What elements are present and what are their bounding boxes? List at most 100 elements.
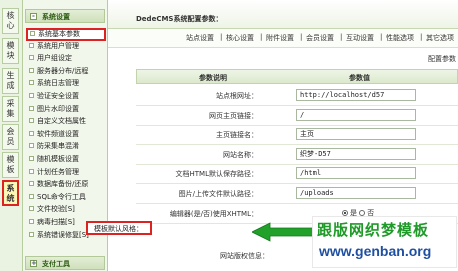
menu-section-payment-tools[interactable]: + 支付工具 [25,256,105,270]
table-row: 主页链接名： 主页 [136,125,458,146]
watermark-logo: 跟版网织梦模板 www.genban.org [312,216,457,268]
config-input[interactable]: http://localhost/d57 [296,89,416,101]
radio-no[interactable] [359,209,366,216]
table-row: 站点根网址： http://localhost/d57 [136,86,458,106]
settings-tab[interactable]: 站点设置 [186,33,214,43]
menu-item[interactable]: 随机模板设置 [29,154,107,165]
menu-item[interactable]: 自定义文档属性 [29,116,107,127]
bullet-icon [29,80,34,86]
tab-separator: | [340,33,343,41]
menu-item[interactable]: 计划任务管理 [29,167,107,178]
bullet-icon [29,67,34,73]
section-label: 支付工具 [42,260,70,268]
tab-separator: | [420,33,423,41]
row-label: 主页链接名： [216,131,258,140]
bullet-icon [29,105,34,111]
menu-item-label: 防采集串混淆 [37,142,79,151]
vtab-3[interactable]: 采集 [2,96,19,122]
bullet-icon [29,130,34,136]
bullet-icon [29,206,34,212]
bullet-icon [29,156,34,161]
bullet-icon [29,42,34,48]
watermark-text: 跟版网织梦模板 [317,221,430,239]
config-input[interactable]: /html [296,167,416,180]
section-title-bar: 配置参数 [108,50,458,65]
menu-item-label: 计划任务管理 [37,167,79,176]
settings-tab[interactable]: 互动设置 [346,33,374,43]
menu-item-label: 系统用户管理 [37,41,79,50]
bullet-icon [29,93,34,98]
bullet-icon [29,118,34,124]
menu-item[interactable]: 防采集串混淆 [29,141,107,152]
menu-section-system-settings[interactable]: - 系统设置 [25,9,105,23]
settings-tab[interactable]: 附件设置 [266,33,294,43]
row-label: 编辑器(是/否)使用XHTML： [169,209,258,218]
collapse-icon[interactable]: - [30,13,37,20]
row-label: 网站名称： [223,150,258,159]
tab-separator: | [220,33,223,41]
settings-tab[interactable]: 其它选项 [426,33,454,43]
menu-item-label: 图片水印设置 [37,104,79,113]
row-label: 网页主页链接： [209,111,258,120]
table-row: 文档HTML默认保存路径： /html [136,164,458,185]
menu-item-label: 自定义文档属性 [37,117,86,126]
menu-item[interactable]: 用户组设定 [29,53,107,64]
menu-item[interactable]: 文件校验[S] [29,204,107,215]
table-header: 参数说明 参数值 [136,69,458,84]
bullet-icon [29,143,34,149]
config-input[interactable]: 主页 [296,128,416,141]
menu-item[interactable]: 服务器分布/远程 [29,66,107,77]
row-label: 网站版权信息： [220,252,269,260]
config-input[interactable]: / [296,108,416,121]
vtab-4[interactable]: 会员 [2,124,19,150]
row-label: 模板默认风格： [94,225,143,233]
section-label: 系统设置 [42,13,70,21]
table-row: 网站名称： 织梦-D57 [136,145,458,165]
bullet-icon [29,181,34,187]
table-row: 图片/上传文件默认路径： /uploads [136,184,458,204]
menu-item-label: 系统错误修复[S] [37,230,89,239]
menu-item[interactable]: 系统日志管理 [29,78,107,89]
vtab-0[interactable]: 核心 [2,8,19,34]
vtab-2[interactable]: 生成 [2,68,19,94]
menu-item[interactable]: 验证安全设置 [29,91,107,102]
vtab-6[interactable]: 系统 [2,180,19,206]
config-input[interactable]: /uploads [296,187,416,199]
bullet-icon [29,193,34,199]
menu-item-label: 验证安全设置 [37,92,79,100]
row-label: 文档HTML默认保存路径： [175,170,258,179]
menu-item[interactable]: 数据库备份/还原 [29,179,107,190]
template-style-label-highlight: 模板默认风格： [86,221,152,235]
menu-item[interactable]: 软件频道设置 [29,129,107,140]
vertical-tab-strip: 核心模块生成采集会员模板系统 [0,0,23,271]
menu-item-label: 用户组设定 [37,54,72,63]
settings-tabs: 站点设置 | 核心设置 | 附件设置 | 会员设置 | 互动设置 | 性能选项 | 其它选项 [108,29,458,48]
menu-item-label: 系统基本参数 [38,30,80,38]
bullet-icon [29,231,34,237]
column-header-description: 参数说明 [199,74,227,82]
bullet-icon [29,219,34,224]
menu-item-label: 文件校验[S] [37,205,75,214]
page-title: DedeCMS系统配置参数： [136,15,223,23]
config-input[interactable]: 织梦-D57 [296,147,416,160]
settings-tab[interactable]: 会员设置 [306,33,334,43]
vtab-5[interactable]: 模板 [2,152,19,178]
arrow-icon [252,222,314,242]
menu-item[interactable]: 系统用户管理 [29,41,107,52]
bullet-icon [29,55,34,61]
menu-item-label: 随机模板设置 [37,155,79,163]
tab-separator: | [260,33,263,41]
menu-item-label: SQL命令行工具 [37,192,86,201]
vtab-1[interactable]: 模块 [2,38,19,64]
settings-tab[interactable]: 核心设置 [226,33,254,43]
tab-separator: | [300,33,303,41]
tab-separator: | [380,33,383,41]
menu-item[interactable]: 图片水印设置 [29,104,107,115]
menu-item[interactable]: SQL命令行工具 [29,192,107,203]
menu-item-label: 系统日志管理 [37,79,79,88]
radio-yes[interactable] [342,209,348,216]
menu-item-label: 数据库备份/还原 [37,180,89,189]
settings-tab[interactable]: 性能选项 [386,33,414,43]
menu-item[interactable]: 系统基本参数 [26,28,106,41]
expand-icon[interactable]: + [30,260,37,267]
